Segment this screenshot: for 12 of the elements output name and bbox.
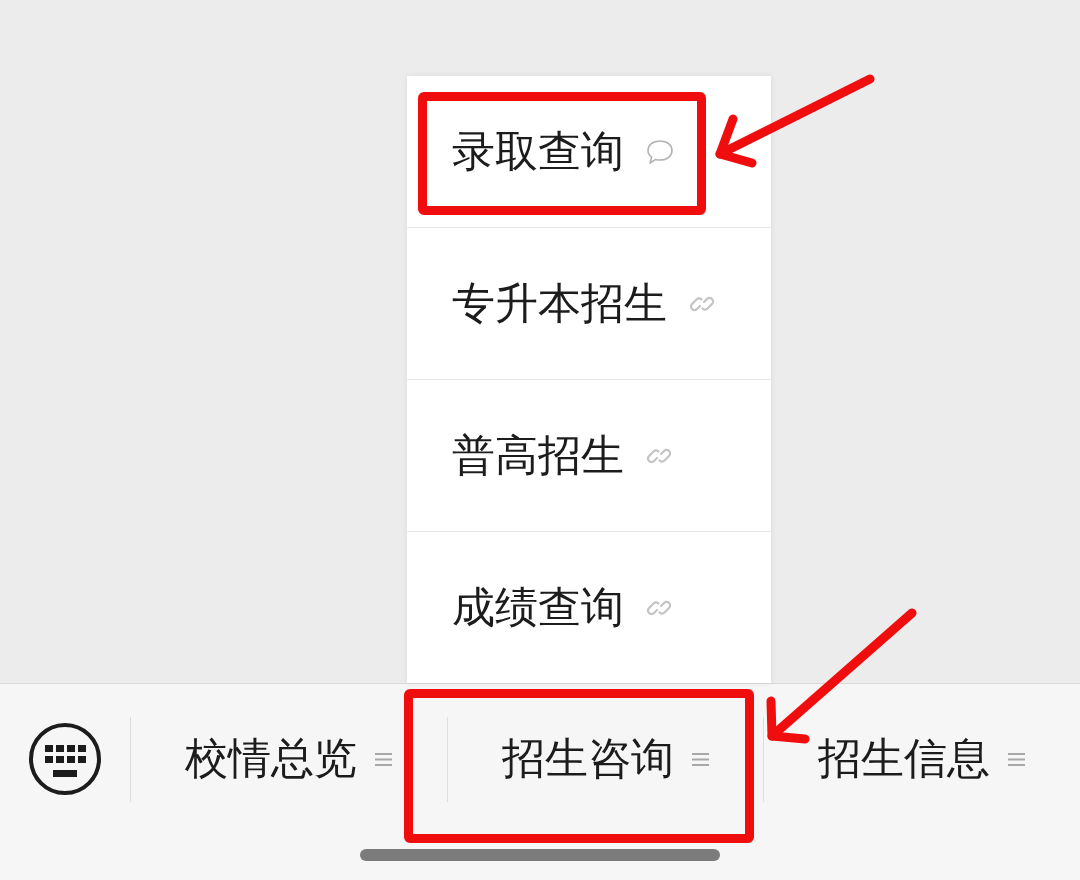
menu-icon	[691, 751, 709, 767]
tab[interactable]: 校情总览	[130, 701, 447, 817]
menu-icon	[1008, 751, 1026, 767]
tab[interactable]: 招生咨询	[446, 701, 764, 817]
menu-item[interactable]: 成绩查询	[407, 532, 771, 683]
tab[interactable]: 招生信息	[763, 701, 1080, 817]
menu-item[interactable]: 专升本招生	[407, 228, 771, 379]
menu-icon	[374, 751, 392, 767]
menu-item[interactable]: 普高招生	[407, 380, 771, 531]
speech-bubble-icon	[646, 138, 674, 165]
menu-item[interactable]: 录取查询	[407, 76, 771, 227]
keyboard-icon[interactable]	[28, 722, 102, 796]
